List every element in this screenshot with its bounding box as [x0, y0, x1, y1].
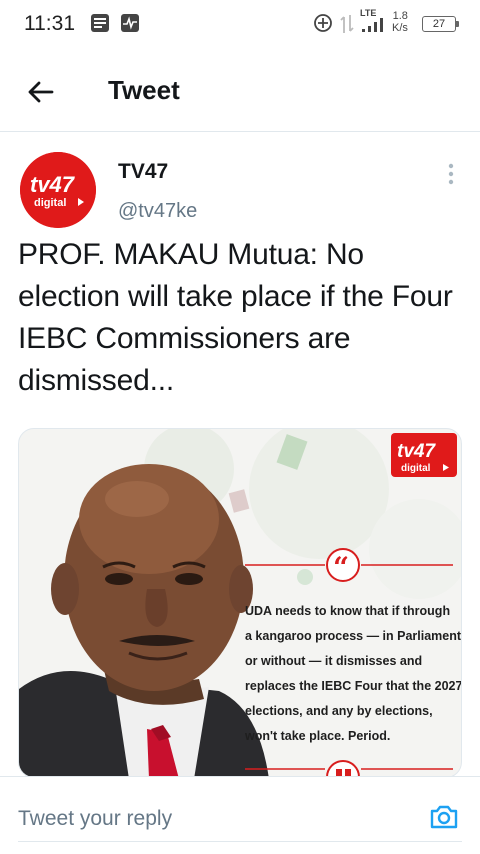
tweet-media-image[interactable]: tv47 digital “ UDA needs to know that if… [18, 428, 462, 778]
svg-text:digital: digital [34, 197, 66, 209]
notes-icon [90, 13, 110, 38]
media-tv47-logo: tv47 digital [391, 433, 457, 477]
tv47-logo: tv47 digital [20, 152, 96, 228]
reply-input[interactable] [18, 803, 398, 835]
battery-icon: 27 [422, 16, 459, 32]
top-app-bar: Tweet [0, 48, 480, 132]
network-type: LTE [360, 8, 377, 18]
quote-line: replaces the IEBC Four that the 2027 [245, 679, 462, 693]
activity-icon [120, 13, 140, 38]
quote-line: won't take place. Period. [245, 729, 391, 743]
quote-line: elections, and any by elections, [245, 704, 433, 718]
reply-bar [0, 776, 480, 854]
status-time: 11:31 [24, 12, 75, 35]
media-quote: UDA needs to know that if through a kang… [245, 599, 462, 749]
signal-icon [362, 18, 384, 37]
quote-line: a kangaroo process — in Parliament [245, 629, 462, 643]
svg-text:“: “ [333, 551, 349, 584]
avatar[interactable]: tv47 digital [20, 152, 96, 228]
author-name[interactable]: TV47 [118, 160, 168, 184]
back-arrow-icon[interactable] [22, 74, 58, 110]
data-transfer-icon [340, 13, 354, 40]
quote-line: UDA needs to know that if through [245, 604, 451, 618]
more-options-icon[interactable] [440, 160, 462, 190]
svg-text:digital: digital [401, 463, 431, 474]
svg-text:tv47: tv47 [30, 172, 76, 197]
author-handle[interactable]: @tv47ke [118, 200, 197, 223]
network-speed: 1.8 K/s [392, 10, 408, 34]
reply-divider [18, 841, 462, 842]
camera-icon[interactable] [428, 801, 460, 833]
data-saver-icon [313, 13, 333, 38]
status-bar: 11:31 LTE 1.8 K/s 27 [0, 0, 480, 48]
quote-line: or without — it dismisses and [245, 654, 423, 668]
svg-text:tv47: tv47 [397, 441, 436, 462]
tweet-text: PROF. MAKAU Mutua: No election will take… [18, 238, 453, 397]
page-title: Tweet [108, 75, 180, 105]
